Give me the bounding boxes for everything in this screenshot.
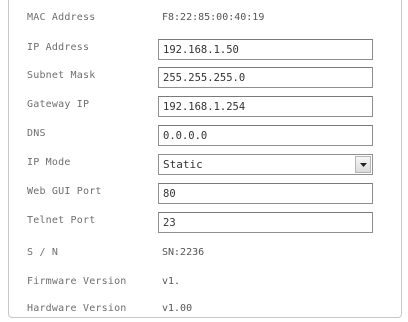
hardware-version-value: v1.00: [162, 303, 193, 314]
gateway-ip-row: Gateway IP 192.168.1.254: [9, 96, 401, 118]
web-gui-port-label: Web GUI Port: [27, 186, 102, 197]
subnet-mask-input[interactable]: 255.255.255.0: [158, 67, 373, 88]
ip-address-input[interactable]: 192.168.1.50: [158, 39, 373, 60]
firmware-version-row: Firmware Version v1.: [9, 273, 401, 295]
ip-address-row: IP Address 192.168.1.50: [9, 39, 401, 61]
chevron-down-icon[interactable]: [355, 156, 371, 173]
gateway-ip-label: Gateway IP: [27, 99, 90, 110]
dns-row: DNS 0.0.0.0: [9, 125, 401, 147]
telnet-port-label: Telnet Port: [27, 215, 96, 226]
hardware-version-row: Hardware Version v1.00: [9, 300, 401, 322]
telnet-port-row: Telnet Port 23: [9, 212, 401, 234]
serial-number-value: SN:2236: [162, 247, 205, 258]
telnet-port-input[interactable]: 23: [158, 212, 373, 233]
subnet-mask-row: Subnet Mask 255.255.255.0: [9, 67, 401, 89]
dns-input[interactable]: 0.0.0.0: [158, 125, 373, 146]
gateway-ip-input[interactable]: 192.168.1.254: [158, 96, 373, 117]
firmware-version-value: v1.: [162, 276, 181, 287]
mac-address-row: MAC Address F8:22:85:00:40:19: [9, 9, 401, 31]
serial-number-label: S / N: [27, 247, 59, 258]
ip-mode-label: IP Mode: [27, 157, 71, 168]
web-gui-port-row: Web GUI Port 80: [9, 183, 401, 205]
ip-mode-select[interactable]: Static: [158, 154, 373, 175]
firmware-version-label: Firmware Version: [27, 276, 127, 287]
mac-address-value: F8:22:85:00:40:19: [162, 12, 265, 23]
ip-address-label: IP Address: [27, 42, 90, 53]
subnet-mask-label: Subnet Mask: [27, 70, 96, 81]
web-gui-port-input[interactable]: 80: [158, 183, 373, 204]
mac-address-label: MAC Address: [27, 12, 96, 23]
serial-number-row: S / N SN:2236: [9, 244, 401, 266]
network-settings-panel: MAC Address F8:22:85:00:40:19 IP Address…: [8, 0, 402, 318]
dns-label: DNS: [27, 128, 46, 139]
ip-mode-row: IP Mode Static: [9, 154, 401, 176]
ip-mode-selected-value: Static: [163, 158, 203, 171]
hardware-version-label: Hardware Version: [27, 303, 127, 314]
